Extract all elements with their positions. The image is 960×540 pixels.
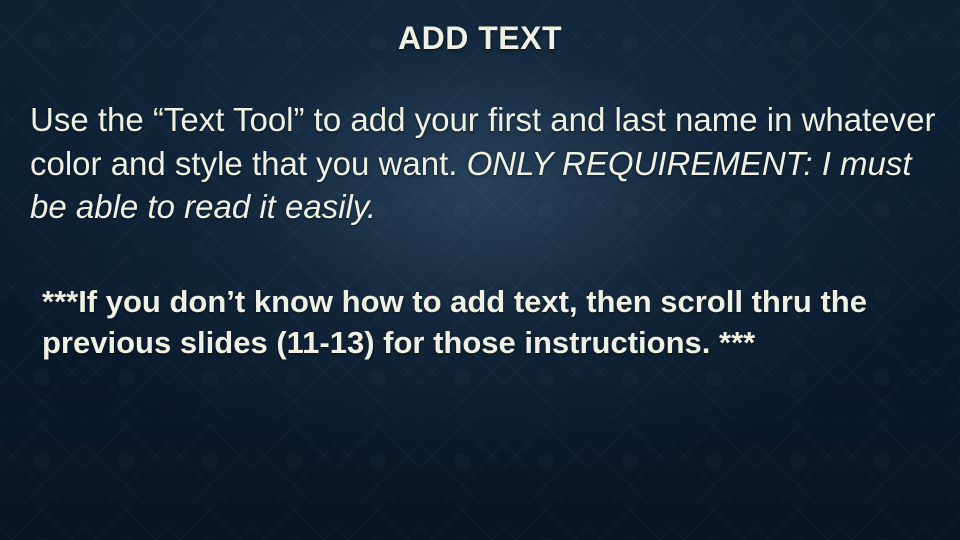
slide: ADD TEXT Use the “Text Tool” to add your… <box>0 0 960 540</box>
slide-title: ADD TEXT <box>0 20 960 57</box>
body-paragraph-1: Use the “Text Tool” to add your first an… <box>30 98 936 229</box>
background-pattern <box>0 0 960 540</box>
body-paragraph-2: ***If you don’t know how to add text, th… <box>42 282 930 364</box>
